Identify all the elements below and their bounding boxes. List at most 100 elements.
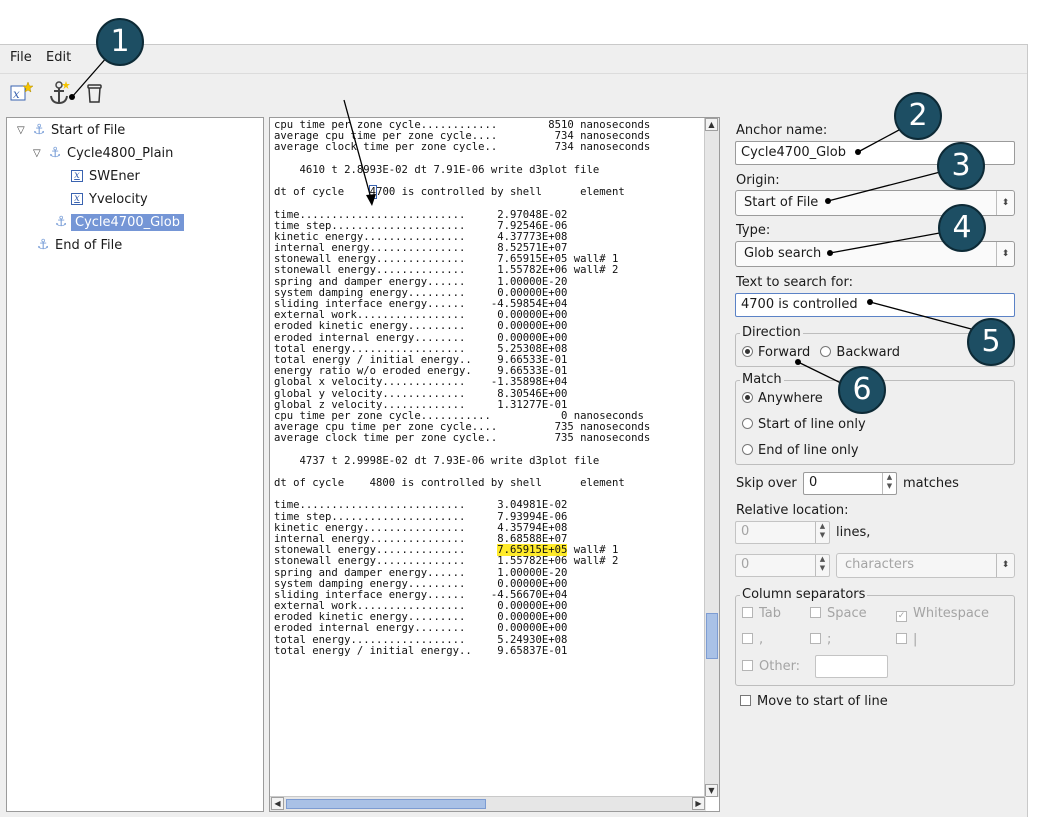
anywhere-radio[interactable]: Anywhere [742, 391, 823, 406]
collapse-triangle-icon[interactable]: ▽ [33, 148, 47, 159]
anchor-icon: ⚓ [36, 237, 50, 253]
start-of-line-radio[interactable]: Start of line only [742, 417, 866, 432]
tree-label: End of File [55, 237, 123, 253]
tree-item-start-of-file[interactable]: ▽ ⚓ Start of File [17, 119, 125, 141]
tree-item-yvelocity[interactable]: x Yvelocity [71, 188, 148, 210]
menu-edit[interactable]: Edit [46, 50, 71, 65]
toolbar: x [0, 73, 1027, 109]
vertical-scroll-thumb[interactable] [706, 613, 718, 659]
horizontal-scrollbar[interactable]: ◀ ▶ [270, 796, 706, 811]
whitespace-checkbox[interactable]: ✓ Whitespace [896, 606, 989, 622]
anchor-add-icon [50, 81, 70, 105]
add-search-button[interactable]: x [8, 80, 34, 106]
anchor-tree[interactable]: ▽ ⚓ Start of File ▽ ⚓ Cycle4800_Plain x … [6, 117, 264, 812]
skip-over-value: 0 [809, 475, 818, 490]
horizontal-scroll-thumb[interactable] [286, 799, 486, 809]
anchor-icon: ⚓ [48, 145, 62, 161]
checkbox-icon [742, 633, 753, 644]
callout-1: 1 [96, 18, 144, 66]
pipe-checkbox[interactable]: | [896, 632, 917, 647]
tab-checkbox[interactable]: Tab [742, 606, 781, 621]
semicolon-checkbox[interactable]: ; [810, 632, 831, 647]
text-line: 4610 t 2.8993E-02 dt 7.91E-06 write d3pl… [274, 163, 600, 176]
tree-item-swener[interactable]: x SWEner [71, 165, 140, 187]
checkbox-icon [810, 607, 821, 618]
scroll-down-icon[interactable]: ▼ [705, 784, 718, 797]
spin-arrows-icon[interactable]: ▲ ▼ [882, 473, 896, 494]
menu-file[interactable]: File [10, 50, 32, 65]
tree-label: Start of File [51, 122, 126, 138]
end-of-line-radio[interactable]: End of line only [742, 443, 859, 458]
checkbox-checked-icon: ✓ [896, 611, 907, 622]
skip-over-label: Skip over [736, 476, 797, 491]
checkbox-icon [742, 660, 753, 671]
tree-item-cycle4700[interactable]: ⚓ Cycle4700_Glob [53, 211, 185, 233]
tree-item-end-of-file[interactable]: ⚓ End of File [35, 234, 123, 256]
text-line: eroded internal energy........ 0.00000E+… [274, 622, 568, 635]
search-text-label: Text to search for: [736, 275, 853, 290]
checkbox-icon [896, 633, 907, 644]
characters-select-value: characters [845, 557, 915, 572]
delete-button[interactable] [82, 80, 108, 106]
space-checkbox[interactable]: Space [810, 606, 867, 621]
search-text-field[interactable]: 4700 is controlled [735, 293, 1015, 317]
callout-5: 5 [967, 318, 1015, 366]
characters-select[interactable]: characters ⬍ [836, 553, 1015, 578]
text-line: time.......................... 3.04981E-… [274, 499, 568, 512]
text-line: stonewall energy.............. 1.55782E+… [274, 264, 619, 277]
start-of-line-label: Start of line only [758, 417, 866, 432]
callout-2: 2 [894, 92, 942, 140]
direction-title: Direction [740, 325, 803, 340]
spin-arrows-icon[interactable]: ▲ ▼ [815, 555, 829, 576]
collapse-triangle-icon[interactable]: ▽ [17, 125, 31, 136]
lines-value: 0 [741, 524, 750, 539]
spin-arrows-icon[interactable]: ▲ ▼ [815, 522, 829, 543]
anchor-icon: ⚓ [32, 122, 46, 138]
chevron-updown-icon: ⬍ [996, 554, 1014, 577]
space-label: Space [827, 606, 867, 621]
text-content: cpu time per zone cycle............ 8510… [274, 120, 704, 792]
text-line: eroded kinetic energy......... 0.00000E+… [274, 320, 568, 333]
text-line: global y velocity............. 8.30546E+… [274, 387, 568, 400]
add-anchor-button[interactable] [46, 80, 72, 106]
text-line: spring and damper energy...... 1.00000E-… [274, 566, 568, 579]
type-label: Type: [736, 223, 771, 238]
callout-6: 6 [838, 366, 886, 414]
text-line: average clock time per zone cycle.. 734 … [274, 141, 651, 154]
application-window: File Edit x ▽ ⚓ Start of File ▽ ⚓ Cycle4… [0, 44, 1028, 817]
forward-radio[interactable]: Forward [742, 345, 810, 360]
matches-label: matches [903, 476, 959, 491]
scroll-left-icon[interactable]: ◀ [271, 797, 284, 810]
comma-checkbox[interactable]: , [742, 632, 763, 647]
tree-item-cycle4800[interactable]: ▽ ⚓ Cycle4800_Plain [33, 142, 173, 164]
tree-label: SWEner [89, 168, 140, 184]
checkbox-icon [810, 633, 821, 644]
end-of-line-label: End of line only [758, 443, 859, 458]
skip-over-spinbox[interactable]: 0 ▲ ▼ [803, 472, 897, 495]
text-view[interactable]: cpu time per zone cycle............ 8510… [269, 117, 720, 812]
other-checkbox[interactable]: Other: [742, 659, 800, 674]
other-label: Other: [759, 659, 801, 674]
text-line: 4737 t 2.9998E-02 dt 7.93E-06 write d3pl… [274, 454, 600, 467]
characters-spinbox[interactable]: 0 ▲ ▼ [735, 554, 830, 577]
anywhere-label: Anywhere [758, 391, 823, 406]
relative-location-label: Relative location: [736, 503, 849, 518]
menu-bar: File Edit [0, 45, 1027, 71]
other-field[interactable] [815, 655, 888, 678]
match-title: Match [740, 372, 784, 387]
lines-spinbox[interactable]: 0 ▲ ▼ [735, 521, 830, 544]
scroll-right-icon[interactable]: ▶ [692, 797, 705, 810]
callout-4: 4 [938, 204, 986, 252]
tab-label: Tab [759, 606, 782, 621]
whitespace-label: Whitespace [913, 606, 989, 621]
semicolon-label: ; [827, 632, 832, 647]
backward-radio[interactable]: Backward [820, 345, 900, 360]
scroll-up-icon[interactable]: ▲ [705, 118, 718, 131]
vertical-scrollbar[interactable]: ▲ ▼ [704, 118, 719, 797]
anchor-name-label: Anchor name: [736, 123, 828, 138]
svg-text:x: x [13, 87, 20, 101]
radio-unchecked-icon [820, 346, 832, 357]
characters-value: 0 [741, 557, 750, 572]
text-line: dt of cycle 4700 is controlled by shell … [274, 185, 625, 200]
move-to-start-checkbox[interactable]: Move to start of line [740, 694, 888, 709]
